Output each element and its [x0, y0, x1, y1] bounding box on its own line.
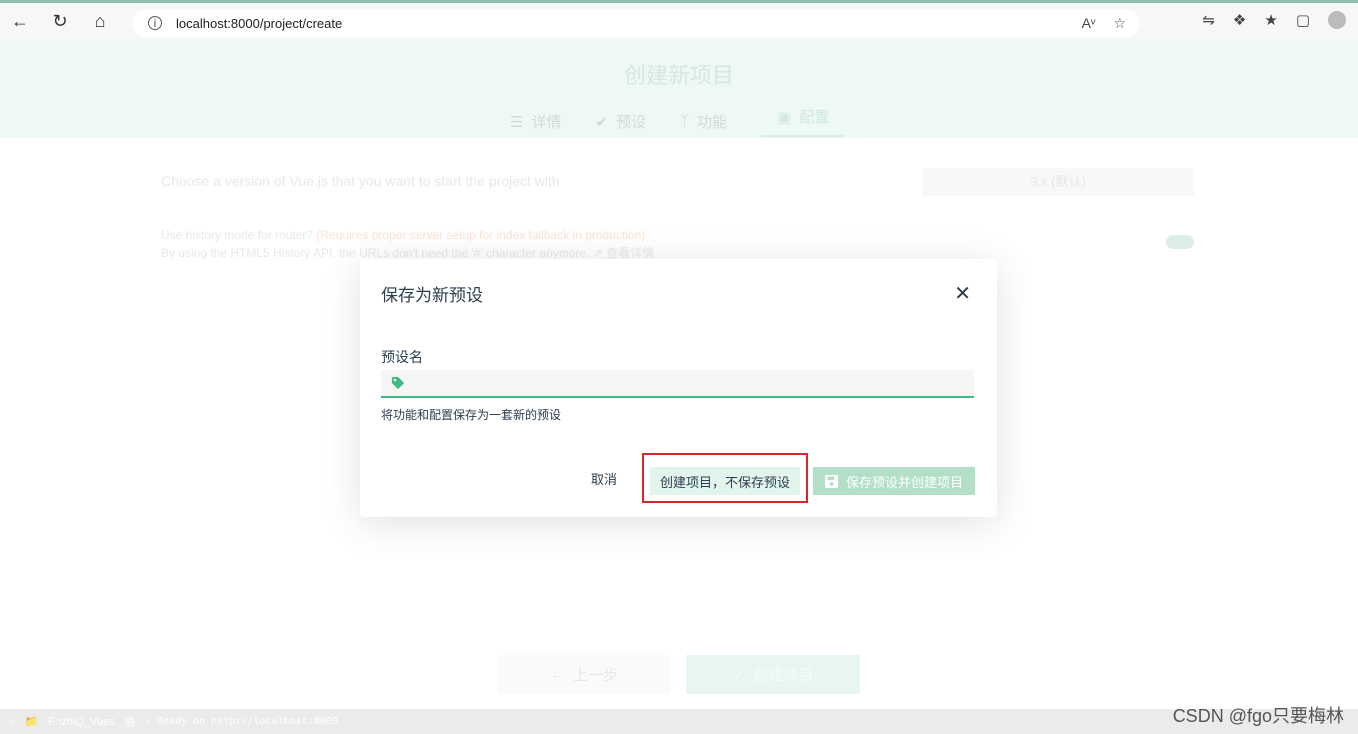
create-project-button[interactable]: ✓ 创建项目: [686, 655, 860, 694]
step-presets[interactable]: ✔ 预设: [595, 106, 646, 137]
external-link-icon: ↗: [592, 246, 603, 260]
save-preset-dialog: 保存为新预设 ✕ 预设名 将功能和配置保存为一套新的预设 取消 创建项目，不保存…: [360, 259, 997, 517]
check-circle-icon: ✔: [595, 113, 609, 131]
history-mode-prompt: Use history mode for router? (Requires p…: [161, 226, 654, 262]
preset-name-label: 预设名: [381, 349, 423, 365]
history-mode-toggle[interactable]: [1166, 235, 1194, 249]
step-label: 预设: [616, 114, 647, 131]
fork-icon: ᛉ: [680, 113, 690, 130]
history-description: By using the HTML5 History API, the URLs…: [161, 246, 590, 260]
version-value: 3.x (默认): [1030, 174, 1086, 189]
refresh-icon[interactable]: ↻: [40, 5, 80, 39]
browser-toolbar: ← ↻ ⌂ i localhost:8000/project/create Aᵛ…: [0, 0, 1358, 40]
close-icon[interactable]: ✕: [954, 281, 971, 306]
cancel-button[interactable]: 取消: [591, 469, 617, 488]
info-icon[interactable]: i: [148, 16, 162, 30]
step-config[interactable]: ▣ 配置: [761, 106, 846, 137]
step-label: 配置: [799, 109, 830, 126]
home-icon[interactable]: ⌂: [8, 716, 15, 728]
step-label: 详情: [531, 114, 562, 131]
status-log: ✓ Ready on http://localhost:8000: [145, 716, 338, 727]
vue-version-select[interactable]: 3.x (默认): [922, 168, 1194, 196]
create-without-saving-label: 创建项目，不保存预设: [659, 474, 790, 490]
save-and-create-label: 保存预设并创建项目: [845, 474, 963, 490]
sync-icon[interactable]: ⇋: [1202, 11, 1215, 29]
step-tabs: ☰ 详情 ✔ 预设 ᛉ 功能 ▣ 配置: [510, 106, 846, 137]
preset-name-input[interactable]: [405, 370, 974, 396]
create-label: 创建项目: [753, 667, 814, 684]
folder-icon: 📁: [24, 716, 39, 728]
arrow-left-icon: ←: [549, 666, 574, 683]
favorites-icon[interactable]: ★: [1264, 11, 1277, 29]
status-bar: ⌂ 📁 F:\zhiQ_Vues ▤ ✓ Ready on http://loc…: [0, 709, 1358, 734]
collections-icon[interactable]: ▢: [1296, 11, 1310, 29]
terminal-icon[interactable]: ▤: [125, 715, 135, 728]
home-icon[interactable]: ⌂: [80, 5, 120, 39]
watermark: CSDN @fgo只要梅林: [1172, 706, 1344, 726]
history-question: Use history mode for router?: [161, 228, 314, 242]
check-icon: ✓: [732, 666, 754, 684]
tag-icon: [391, 376, 405, 390]
step-details[interactable]: ☰ 详情: [510, 106, 561, 137]
config-icon: ▣: [777, 108, 792, 126]
more-info-link[interactable]: 查看详情: [606, 246, 654, 260]
step-features[interactable]: ᛉ 功能: [680, 106, 727, 137]
preset-hint: 将功能和配置保存为一套新的预设: [381, 408, 562, 422]
vue-version-prompt: Choose a version of Vue.js that you want…: [161, 173, 560, 189]
preset-name-field[interactable]: [381, 370, 974, 398]
previous-step-button[interactable]: ← 上一步: [498, 655, 670, 694]
save-and-create-button[interactable]: 保存预设并创建项目: [813, 467, 975, 495]
history-warning: (Requires proper server setup for index …: [316, 228, 646, 242]
profile-avatar[interactable]: [1328, 11, 1346, 29]
read-aloud-icon[interactable]: Aᵛ: [1082, 15, 1096, 32]
previous-label: 上一步: [573, 667, 619, 684]
extensions-icon[interactable]: ❖: [1233, 11, 1246, 29]
back-icon[interactable]: ←: [0, 5, 40, 39]
status-folder[interactable]: F:\zhiQ_Vues: [48, 716, 114, 728]
favorite-add-icon[interactable]: ☆: [1113, 15, 1126, 32]
list-icon: ☰: [510, 113, 524, 131]
url-text: localhost:8000/project/create: [176, 15, 343, 31]
step-label: 功能: [697, 114, 728, 131]
save-icon: [824, 474, 838, 488]
create-without-saving-button[interactable]: 创建项目，不保存预设: [650, 467, 800, 495]
dialog-title: 保存为新预设: [381, 286, 483, 305]
address-bar[interactable]: i localhost:8000/project/create Aᵛ ☆: [132, 9, 1140, 37]
page-title: 创建新项目: [623, 63, 734, 88]
